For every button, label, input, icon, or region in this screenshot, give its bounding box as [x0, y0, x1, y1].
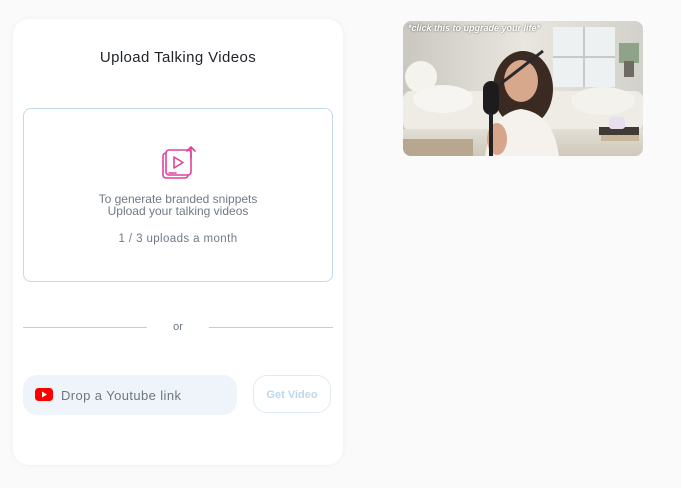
dropzone-line-2: Upload your talking videos	[107, 204, 249, 218]
youtube-link-input[interactable]	[61, 375, 231, 415]
get-video-button[interactable]: Get Video	[253, 375, 331, 413]
youtube-link-field[interactable]	[23, 375, 237, 415]
youtube-icon	[35, 388, 53, 401]
upload-card: Upload Talking Videos To generate brande…	[13, 19, 343, 465]
video-upload-icon	[162, 146, 196, 179]
video-thumbnail-image	[403, 21, 643, 156]
divider-left	[23, 327, 147, 328]
video-thumbnail[interactable]: *click this to upgrade your life*	[403, 21, 643, 156]
upload-quota: 1 / 3 uploads a month	[118, 233, 238, 245]
or-label: or	[173, 321, 183, 333]
video-thumbnail-caption: *click this to upgrade your life*	[408, 23, 541, 33]
upload-dropzone[interactable]: To generate branded snippets Upload your…	[23, 108, 333, 282]
divider-right	[209, 327, 333, 328]
upload-card-title: Upload Talking Videos	[99, 49, 257, 66]
